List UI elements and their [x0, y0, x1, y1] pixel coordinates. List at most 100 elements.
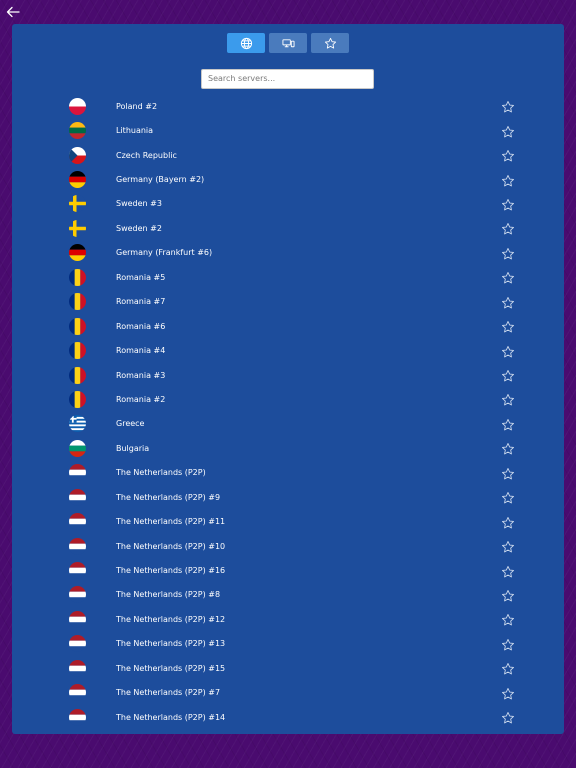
server-row[interactable]: The Netherlands (P2P) #10 [12, 534, 564, 558]
search-input[interactable] [201, 68, 374, 89]
star-icon [502, 370, 514, 382]
server-name: The Netherlands (P2P) #14 [116, 712, 226, 722]
devices-icon [281, 38, 295, 47]
favorite-button[interactable] [501, 661, 515, 675]
favorite-button[interactable] [501, 564, 515, 578]
server-row[interactable]: Czech Republic [12, 143, 564, 167]
favorite-button[interactable] [501, 319, 515, 333]
server-row[interactable]: The Netherlands (P2P) #15 [12, 656, 564, 680]
favorite-button[interactable] [501, 417, 515, 431]
server-row[interactable]: Romania #4 [12, 338, 564, 362]
star-icon [502, 150, 514, 162]
favorite-button[interactable] [501, 99, 515, 113]
star-icon [502, 321, 514, 333]
server-row[interactable]: Romania #6 [12, 314, 564, 338]
favorite-button[interactable] [501, 612, 515, 626]
favorite-button[interactable] [501, 295, 515, 309]
netherlands-flag-icon [69, 488, 86, 506]
server-row[interactable]: Romania #3 [12, 363, 564, 387]
server-row[interactable]: Germany (Bayern #2) [12, 167, 564, 191]
server-row[interactable]: Romania #2 [12, 387, 564, 411]
romania-flag-icon [69, 293, 86, 311]
romania-flag-icon [69, 390, 86, 408]
favorite-button[interactable] [501, 270, 515, 284]
server-row[interactable]: The Netherlands (P2P) [12, 461, 564, 485]
server-row[interactable]: Germany (Frankfurt #6) [12, 241, 564, 265]
netherlands-flag-icon [69, 513, 86, 531]
favorite-button[interactable] [501, 441, 515, 455]
server-name: Greece [116, 419, 145, 429]
globe-icon [240, 37, 252, 49]
favorite-button[interactable] [501, 124, 515, 138]
poland-flag-icon [69, 97, 86, 115]
server-name: The Netherlands (P2P) #8 [116, 590, 221, 600]
favorite-button[interactable] [501, 637, 515, 651]
server-row[interactable]: Romania #5 [12, 265, 564, 289]
server-row[interactable]: Poland #2 [12, 94, 564, 118]
server-row[interactable]: Sweden #2 [12, 216, 564, 240]
server-name: The Netherlands (P2P) #12 [116, 614, 226, 624]
favorite-button[interactable] [501, 392, 515, 406]
server-row[interactable]: The Netherlands (P2P) #11 [12, 509, 564, 533]
arrow-left-icon [6, 6, 20, 18]
server-name: Germany (Bayern #2) [116, 175, 205, 185]
star-icon [502, 516, 514, 529]
server-name: The Netherlands (P2P) #16 [116, 566, 226, 576]
favorite-button[interactable] [501, 197, 515, 211]
netherlands-flag-icon [69, 537, 86, 555]
favorite-button[interactable] [501, 344, 515, 358]
star-icon [324, 37, 336, 49]
server-row[interactable]: The Netherlands (P2P) #7 [12, 681, 564, 705]
server-row[interactable]: Sweden #3 [12, 192, 564, 216]
favorite-button[interactable] [501, 539, 515, 553]
star-icon [502, 223, 514, 235]
favorite-button[interactable] [501, 588, 515, 602]
greece-flag-icon [69, 415, 86, 433]
lithuania-flag-icon [69, 122, 86, 140]
favorite-button[interactable] [501, 710, 515, 724]
star-icon [502, 101, 514, 113]
star-icon [502, 296, 514, 309]
romania-flag-icon [69, 342, 86, 360]
tab-favorites[interactable] [311, 33, 349, 53]
server-row[interactable]: Greece [12, 412, 564, 436]
server-row[interactable]: The Netherlands (P2P) #16 [12, 558, 564, 582]
server-name: The Netherlands (P2P) #10 [116, 541, 226, 551]
favorite-button[interactable] [501, 148, 515, 162]
server-name: The Netherlands (P2P) [116, 468, 206, 478]
server-name: Romania #5 [116, 272, 166, 282]
favorite-button[interactable] [501, 466, 515, 480]
server-name: The Netherlands (P2P) #7 [116, 688, 221, 698]
favorite-button[interactable] [501, 490, 515, 504]
tab-all-servers[interactable] [227, 33, 265, 53]
netherlands-flag-icon [69, 610, 86, 628]
server-row[interactable]: The Netherlands (P2P) #8 [12, 583, 564, 607]
favorite-button[interactable] [501, 686, 515, 700]
star-icon [502, 492, 514, 504]
netherlands-flag-icon [69, 464, 86, 482]
sweden-flag-icon [69, 195, 86, 213]
server-row[interactable]: The Netherlands (P2P) #13 [12, 632, 564, 656]
favorite-button[interactable] [501, 173, 515, 187]
netherlands-flag-icon [69, 635, 86, 653]
star-icon [502, 125, 514, 138]
server-row[interactable]: The Netherlands (P2P) #14 [12, 705, 564, 729]
favorite-button[interactable] [501, 246, 515, 260]
server-name: Bulgaria [116, 443, 150, 453]
favorite-button[interactable] [501, 368, 515, 382]
server-row[interactable]: Bulgaria [12, 436, 564, 460]
tab-devices[interactable] [269, 33, 307, 53]
server-name: Sweden #3 [116, 199, 162, 209]
back-button[interactable] [4, 3, 22, 21]
favorite-button[interactable] [501, 221, 515, 235]
favorite-button[interactable] [501, 515, 515, 529]
netherlands-flag-icon [69, 659, 86, 677]
server-row[interactable]: The Netherlands (P2P) #12 [12, 607, 564, 631]
server-row[interactable]: Lithuania [12, 118, 564, 142]
server-row[interactable]: Romania #7 [12, 290, 564, 314]
server-row[interactable]: The Netherlands (P2P) #9 [12, 485, 564, 509]
romania-flag-icon [69, 268, 86, 286]
server-name: Sweden #2 [116, 223, 162, 233]
romania-flag-icon [69, 317, 86, 335]
star-icon [502, 541, 514, 553]
